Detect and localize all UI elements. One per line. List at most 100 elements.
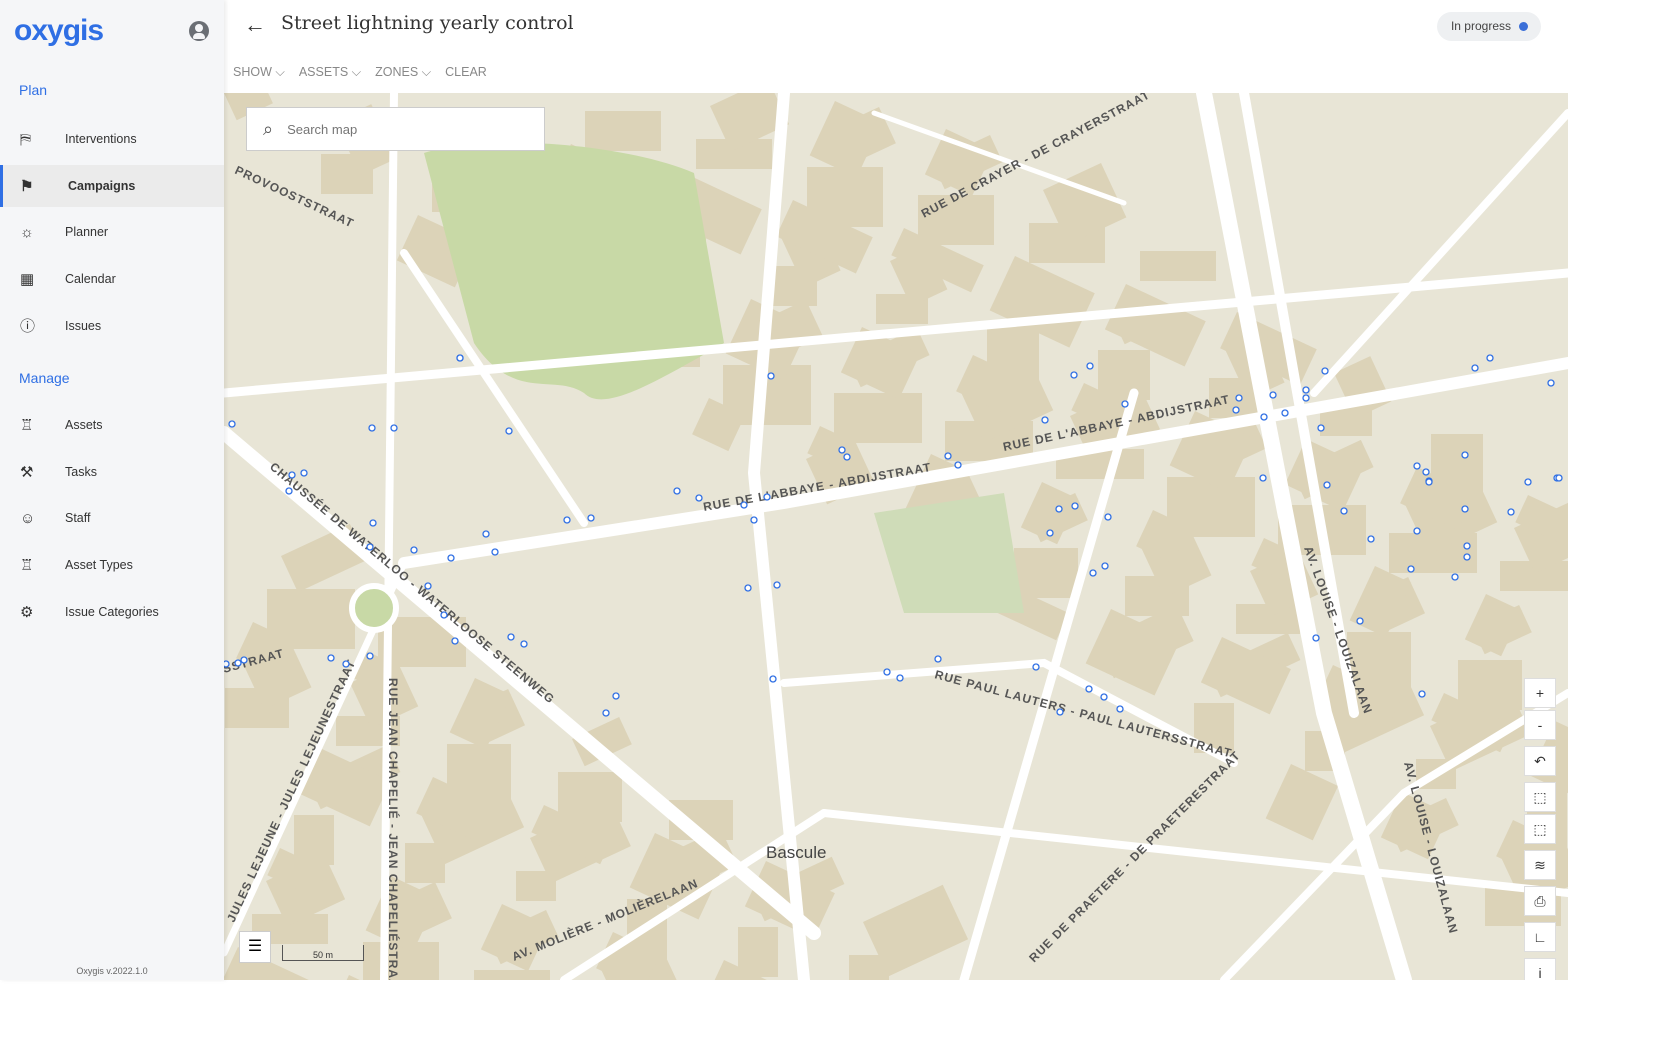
sidebar-item-staff[interactable]: ☺ Staff: [0, 497, 224, 539]
asset-marker[interactable]: [505, 427, 513, 435]
asset-marker[interactable]: [1046, 529, 1054, 537]
asset-marker[interactable]: [1413, 462, 1421, 470]
asset-marker[interactable]: [1085, 685, 1093, 693]
asset-marker[interactable]: [520, 640, 528, 648]
asset-marker[interactable]: [1235, 394, 1243, 402]
asset-marker[interactable]: [750, 516, 758, 524]
asset-marker[interactable]: [1486, 354, 1494, 362]
asset-marker[interactable]: [1418, 690, 1426, 698]
map-control-2[interactable]: ↶: [1524, 746, 1556, 776]
asset-marker[interactable]: [1302, 386, 1310, 394]
asset-marker[interactable]: [602, 709, 610, 717]
asset-marker[interactable]: [763, 493, 771, 501]
legend-list-icon[interactable]: ☰: [239, 931, 271, 963]
asset-marker[interactable]: [300, 469, 308, 477]
map[interactable]: PROVOOSTSTRAAT RUE DE CRAYER - DE CRAYERS…: [224, 93, 1568, 980]
asset-marker[interactable]: [342, 660, 350, 668]
map-control-0[interactable]: +: [1524, 678, 1556, 708]
asset-marker[interactable]: [1323, 481, 1331, 489]
asset-marker[interactable]: [1104, 513, 1112, 521]
map-control-7[interactable]: ∟: [1524, 922, 1556, 952]
asset-marker[interactable]: [773, 581, 781, 589]
map-control-1[interactable]: -: [1524, 710, 1556, 740]
asset-marker[interactable]: [240, 656, 248, 664]
asset-marker[interactable]: [1100, 693, 1108, 701]
asset-marker[interactable]: [1547, 379, 1555, 387]
asset-marker[interactable]: [1070, 371, 1078, 379]
asset-marker[interactable]: [368, 424, 376, 432]
back-arrow-icon[interactable]: ←: [244, 12, 266, 38]
asset-marker[interactable]: [1461, 451, 1469, 459]
asset-marker[interactable]: [1121, 400, 1129, 408]
search-input[interactable]: [287, 121, 508, 137]
map-control-5[interactable]: ≋: [1524, 850, 1556, 880]
asset-marker[interactable]: [1407, 565, 1415, 573]
asset-marker[interactable]: [424, 582, 432, 590]
asset-marker[interactable]: [944, 452, 952, 460]
asset-marker[interactable]: [1317, 424, 1325, 432]
asset-marker[interactable]: [769, 675, 777, 683]
asset-marker[interactable]: [1259, 474, 1267, 482]
asset-marker[interactable]: [587, 514, 595, 522]
asset-marker[interactable]: [612, 692, 620, 700]
asset-marker[interactable]: [1413, 527, 1421, 535]
sidebar-item-calendar[interactable]: ▦ Calendar: [0, 258, 224, 300]
asset-marker[interactable]: [1055, 505, 1063, 513]
asset-marker[interactable]: [896, 674, 904, 682]
asset-marker[interactable]: [1312, 634, 1320, 642]
asset-marker[interactable]: [482, 530, 490, 538]
asset-marker[interactable]: [1356, 617, 1364, 625]
asset-marker[interactable]: [1101, 562, 1109, 570]
asset-marker[interactable]: [883, 668, 891, 676]
asset-marker[interactable]: [288, 471, 296, 479]
asset-marker[interactable]: [1471, 364, 1479, 372]
asset-marker[interactable]: [491, 548, 499, 556]
asset-marker[interactable]: [1086, 362, 1094, 370]
asset-marker[interactable]: [1116, 705, 1124, 713]
sidebar-item-tasks[interactable]: ⚒ Tasks: [0, 451, 224, 493]
map-control-3[interactable]: ⬚: [1524, 782, 1556, 812]
asset-marker[interactable]: [1555, 474, 1563, 482]
asset-marker[interactable]: [1422, 468, 1430, 476]
asset-marker[interactable]: [744, 584, 752, 592]
map-control-4[interactable]: ⬚: [1524, 814, 1556, 844]
asset-marker[interactable]: [838, 446, 846, 454]
asset-marker[interactable]: [1281, 409, 1289, 417]
logo[interactable]: oxygis: [14, 14, 104, 48]
asset-marker[interactable]: [507, 633, 515, 641]
asset-marker[interactable]: [234, 659, 242, 667]
map-control-8[interactable]: i: [1524, 958, 1556, 980]
asset-marker[interactable]: [440, 611, 448, 619]
asset-marker[interactable]: [1425, 478, 1433, 486]
asset-marker[interactable]: [366, 652, 374, 660]
asset-marker[interactable]: [285, 487, 293, 495]
map-control-6[interactable]: ⎙: [1524, 886, 1556, 916]
sidebar-item-assets[interactable]: ♖ Assets: [0, 404, 224, 446]
asset-marker[interactable]: [1302, 394, 1310, 402]
asset-marker[interactable]: [1321, 367, 1329, 375]
asset-marker[interactable]: [1041, 416, 1049, 424]
asset-marker[interactable]: [695, 494, 703, 502]
asset-marker[interactable]: [1089, 569, 1097, 577]
sidebar-item-asset-types[interactable]: ♖ Asset Types: [0, 544, 224, 586]
asset-marker[interactable]: [1056, 708, 1064, 716]
assets-menu[interactable]: ASSETS ⌵: [299, 65, 361, 80]
sidebar-item-campaigns[interactable]: ⚑ Campaigns: [0, 164, 224, 207]
asset-marker[interactable]: [1269, 391, 1277, 399]
asset-marker[interactable]: [934, 655, 942, 663]
asset-marker[interactable]: [843, 453, 851, 461]
asset-marker[interactable]: [1367, 535, 1375, 543]
asset-marker[interactable]: [456, 354, 464, 362]
asset-marker[interactable]: [447, 554, 455, 562]
map-canvas[interactable]: PROVOOSTSTRAAT RUE DE CRAYER - DE CRAYERS…: [224, 93, 1568, 980]
asset-marker[interactable]: [1032, 663, 1040, 671]
user-account-icon[interactable]: [189, 21, 209, 41]
asset-marker[interactable]: [369, 519, 377, 527]
asset-marker[interactable]: [740, 501, 748, 509]
sidebar-item-issues[interactable]: ⓘ Issues: [0, 305, 224, 347]
sidebar-item-interventions[interactable]: ⛿ Interventions: [0, 118, 224, 160]
asset-marker[interactable]: [366, 543, 374, 551]
asset-marker[interactable]: [767, 372, 775, 380]
asset-marker[interactable]: [1260, 413, 1268, 421]
show-menu[interactable]: SHOW ⌵: [233, 65, 285, 80]
